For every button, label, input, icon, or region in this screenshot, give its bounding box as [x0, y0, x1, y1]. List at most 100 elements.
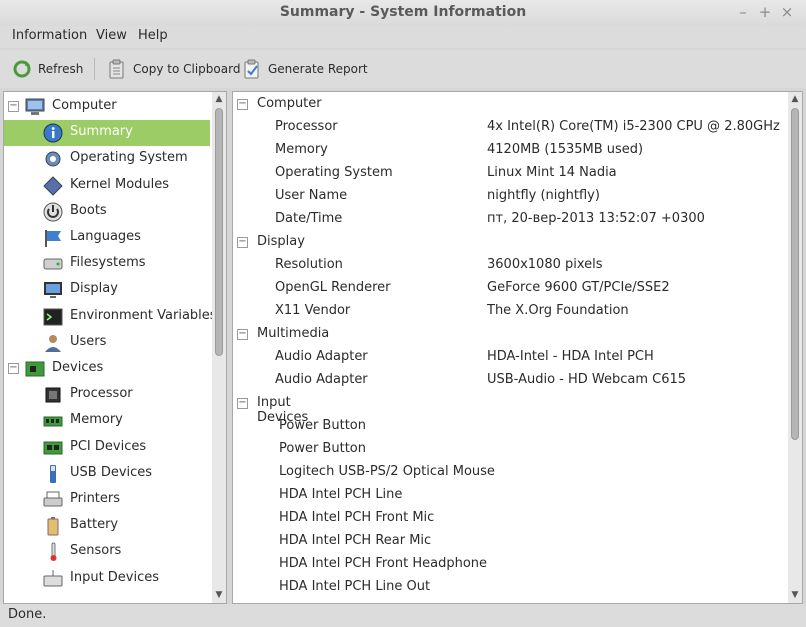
scroll-up-arrow[interactable]: ▲ [788, 92, 802, 106]
toolbar: Refresh Copy to Clipboard Generate Repor… [0, 50, 806, 88]
computer-icon [24, 96, 46, 118]
copy-clipboard-button[interactable]: Copy to Clipboard [107, 56, 240, 82]
tree-item-devices[interactable]: − Devices [4, 356, 210, 382]
tree-item-label: Languages [70, 229, 141, 244]
close-button[interactable]: × [778, 3, 796, 21]
menu-help[interactable]: Help [138, 28, 168, 43]
monitor-icon [42, 279, 64, 301]
refresh-icon [12, 59, 32, 79]
tree-item-summary[interactable]: Summary [4, 120, 210, 147]
collapse-toggle[interactable]: − [237, 329, 248, 340]
tree-item-boots[interactable]: Boots [4, 199, 210, 225]
detail-row[interactable]: HDA Intel PCH Front Headphone [233, 553, 785, 576]
tree-item-label: Printers [70, 491, 121, 506]
battery-icon [42, 515, 64, 537]
detail-row[interactable]: Date/Time пт, 20-вер-2013 13:52:07 +0300 [233, 208, 785, 231]
detail-value: пт, 20-вер-2013 13:52:07 +0300 [487, 211, 705, 226]
detail-row[interactable]: Audio Adapter HDA-Intel - HDA Intel PCH [233, 346, 785, 369]
tree-item-label: Devices [52, 360, 104, 375]
details-pane: − Computer Processor 4x Intel(R) Core(TM) i… [232, 91, 803, 604]
collapse-toggle[interactable]: − [237, 237, 248, 248]
scroll-down-arrow[interactable]: ▼ [212, 588, 226, 602]
clipboard-icon [107, 59, 127, 79]
tree-item-label: Battery [70, 517, 119, 533]
tree-item-operating-system[interactable]: Operating System [4, 146, 210, 172]
tree-item-label: Memory [70, 412, 123, 428]
details-scrollbar[interactable]: ▲ ▼ [788, 92, 802, 603]
refresh-label: Refresh [38, 62, 84, 76]
detail-row[interactable]: X11 Vendor The X.Org Foundation [233, 300, 785, 323]
detail-row[interactable]: OpenGL Renderer GeForce 9600 GT/PCIe/SSE2 [233, 277, 785, 300]
detail-row[interactable]: Power Button [233, 438, 785, 461]
scroll-up-arrow[interactable]: ▲ [212, 92, 226, 106]
details-scroll-thumb[interactable] [791, 108, 799, 440]
detail-row[interactable]: Processor 4x Intel(R) Core(TM) i5-2300 CP… [233, 116, 785, 139]
flag-icon [42, 227, 64, 249]
info-icon [42, 122, 64, 144]
tree-item-filesystems[interactable]: Filesystems [4, 251, 210, 277]
detail-row[interactable]: Logitech USB-PS/2 Optical Mouse [233, 461, 785, 484]
detail-row[interactable]: HDA Intel PCH Front Mic [233, 507, 785, 530]
menu-information[interactable]: Information [12, 28, 87, 43]
tree-item-usb-devices[interactable]: USB Devices [4, 461, 210, 487]
tree-item-pci-devices[interactable]: PCI Devices [4, 435, 210, 461]
module-icon [42, 175, 64, 197]
tree-item-input-devices[interactable]: Input Devices [4, 566, 210, 592]
tree-item-users[interactable]: Users [4, 330, 210, 356]
menu-view[interactable]: View [96, 28, 127, 43]
tree-item-kernel-modules[interactable]: Kernel Modules [4, 173, 210, 199]
detail-value: 3600x1080 pixels [487, 257, 603, 272]
detail-row[interactable]: Resolution 3600x1080 pixels [233, 254, 785, 277]
expander-toggle[interactable]: − [8, 363, 19, 374]
generate-report-button[interactable]: Generate Report [242, 56, 368, 82]
detail-value: HDA-Intel - HDA Intel PCH [487, 349, 654, 364]
collapse-toggle[interactable]: − [237, 99, 248, 110]
detail-key: HDA Intel PCH Line [279, 487, 403, 502]
tree-item-languages[interactable]: Languages [4, 225, 210, 251]
maximize-button[interactable]: + [756, 3, 774, 21]
tree-item-label: Summary [70, 124, 133, 140]
detail-row[interactable]: Audio Adapter USB-Audio - HD Webcam C615 [233, 369, 785, 392]
tree-scroll-thumb[interactable] [215, 108, 223, 356]
detail-row[interactable]: HDA Intel PCH Line Out [233, 576, 785, 599]
tree-item-printers[interactable]: Printers [4, 487, 210, 513]
section-title: Display [257, 234, 305, 249]
detail-row[interactable]: Memory 4120MB (1535MB used) [233, 139, 785, 162]
section-title: Computer [257, 96, 322, 111]
tree-item-label: Display [70, 281, 118, 297]
detail-key: Operating System [275, 165, 393, 180]
scroll-down-arrow[interactable]: ▼ [788, 588, 802, 602]
detail-row[interactable]: Operating System Linux Mint 14 Nadia [233, 162, 785, 185]
report-label: Generate Report [268, 62, 368, 76]
tree-item-environment-variables[interactable]: Environment Variables [4, 304, 217, 330]
ram-icon [42, 410, 64, 432]
section-title: Multimedia [257, 326, 330, 341]
refresh-button[interactable]: Refresh [12, 56, 83, 82]
expander-toggle[interactable]: − [8, 101, 19, 112]
detail-value: USB-Audio - HD Webcam C615 [487, 372, 687, 387]
detail-value: Linux Mint 14 Nadia [487, 165, 617, 180]
user-icon [42, 332, 64, 354]
detail-row[interactable]: Power Button [233, 415, 785, 438]
power-icon [42, 201, 64, 223]
tree-item-sensors[interactable]: Sensors [4, 539, 210, 565]
tree-item-display[interactable]: Display [4, 277, 210, 303]
copy-label: Copy to Clipboard [133, 62, 241, 76]
tree-item-label: Users [70, 333, 107, 349]
minimize-button[interactable]: – [734, 3, 752, 21]
detail-row[interactable]: HDA Intel PCH Line [233, 484, 785, 507]
tree-item-computer[interactable]: − Computer [4, 94, 210, 120]
collapse-toggle[interactable]: − [237, 398, 248, 409]
thermometer-icon [42, 541, 64, 563]
navigation-tree[interactable]: − Computer Summary Operating System Kernel M… [3, 91, 227, 604]
tree-item-memory[interactable]: Memory [4, 408, 210, 434]
tree-item-battery[interactable]: Battery [4, 513, 210, 539]
tree-item-processor[interactable]: Processor [4, 382, 210, 408]
detail-row[interactable]: HDA Intel PCH Rear Mic [233, 530, 785, 553]
menu-bar: Information View Help [0, 26, 806, 48]
detail-key: HDA Intel PCH Line Out [279, 579, 431, 594]
keyboard-icon [42, 568, 64, 590]
drive-icon [42, 253, 64, 275]
tree-scrollbar[interactable]: ▲ ▼ [212, 92, 226, 603]
detail-row[interactable]: User Name nightfly (nightfly) [233, 185, 785, 208]
